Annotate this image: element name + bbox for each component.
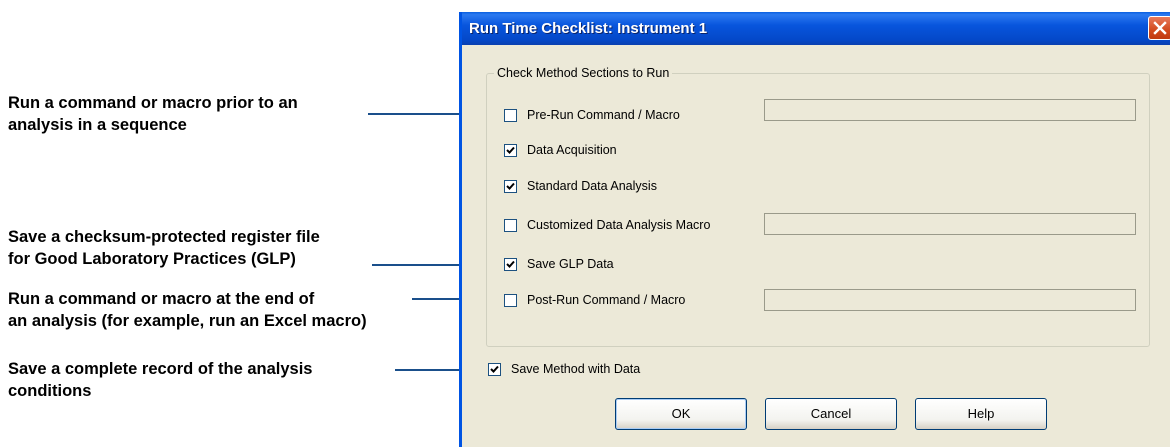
callout-line: Save a complete record of the analysis	[8, 360, 313, 378]
standard-data-analysis-checkbox[interactable]	[504, 179, 517, 193]
close-icon	[1153, 21, 1167, 35]
callout-line: Run a command or macro prior to an	[8, 94, 298, 112]
option-standard-data-analysis[interactable]: Standard Data Analysis	[504, 177, 657, 195]
customized-macro-input[interactable]	[764, 213, 1136, 235]
option-label: Standard Data Analysis	[527, 179, 657, 193]
option-data-acquisition[interactable]: Data Acquisition	[504, 141, 617, 159]
cancel-button[interactable]: Cancel	[765, 398, 897, 430]
ok-button[interactable]: OK	[615, 398, 747, 430]
checkmark-icon	[506, 182, 515, 190]
option-label: Pre-Run Command / Macro	[527, 108, 680, 122]
run-time-checklist-dialog: Run Time Checklist: Instrument 1 Check M…	[459, 12, 1170, 447]
callout-line: conditions	[8, 382, 92, 400]
checkmark-icon	[490, 365, 499, 373]
option-label: Data Acquisition	[527, 143, 617, 157]
post-run-command-input[interactable]	[764, 289, 1136, 311]
option-post-run[interactable]: Post-Run Command / Macro	[504, 291, 685, 309]
option-save-method[interactable]: Save Method with Data	[488, 360, 640, 378]
callout-line: for Good Laboratory Practices (GLP)	[8, 250, 296, 268]
callout-save-method: Save a complete record of the analysis c…	[8, 358, 438, 402]
post-run-checkbox[interactable]	[504, 293, 517, 307]
title-bar[interactable]: Run Time Checklist: Instrument 1	[462, 12, 1170, 45]
option-customized-macro[interactable]: Customized Data Analysis Macro	[504, 216, 710, 234]
pre-run-command-input[interactable]	[764, 99, 1136, 121]
callout-post-run: Run a command or macro at the end of an …	[8, 288, 438, 332]
callout-line: analysis in a sequence	[8, 116, 187, 134]
option-label: Customized Data Analysis Macro	[527, 218, 711, 232]
customized-macro-checkbox[interactable]	[504, 218, 517, 232]
option-label: Post-Run Command / Macro	[527, 293, 686, 307]
callout-line: Run a command or macro at the end of	[8, 290, 315, 308]
option-label: Save Method with Data	[511, 362, 641, 376]
pre-run-checkbox[interactable]	[504, 108, 517, 122]
option-pre-run[interactable]: Pre-Run Command / Macro	[504, 106, 680, 124]
save-method-checkbox[interactable]	[488, 362, 501, 376]
option-label: Save GLP Data	[527, 257, 614, 271]
data-acquisition-checkbox[interactable]	[504, 143, 517, 157]
help-button[interactable]: Help	[915, 398, 1047, 430]
dialog-title: Run Time Checklist: Instrument 1	[469, 20, 708, 37]
close-button[interactable]	[1148, 16, 1170, 40]
checkmark-icon	[506, 260, 515, 268]
group-label: Check Method Sections to Run	[494, 66, 673, 80]
checkmark-icon	[506, 146, 515, 154]
save-glp-checkbox[interactable]	[504, 257, 517, 271]
option-save-glp[interactable]: Save GLP Data	[504, 255, 614, 273]
callout-line: Save a checksum-protected register file	[8, 228, 320, 246]
callout-line: an analysis (for example, run an Excel m…	[8, 312, 367, 330]
